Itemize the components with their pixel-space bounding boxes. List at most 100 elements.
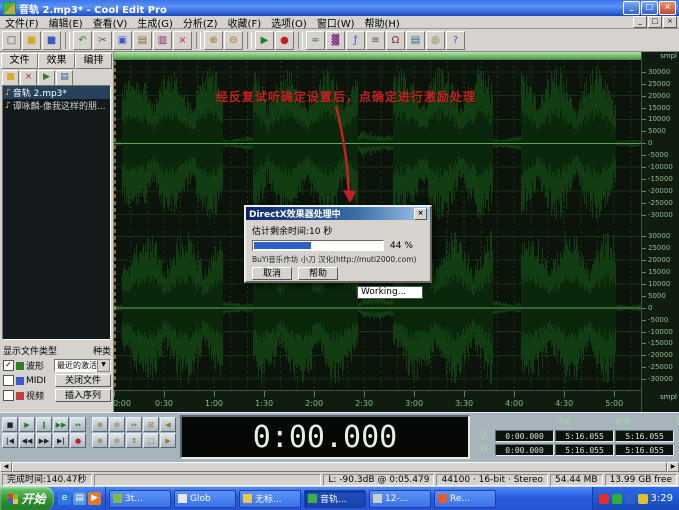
menu-item[interactable]: 编辑(E) (44, 15, 88, 30)
taskbar-task[interactable]: Glob (174, 490, 236, 508)
media-player-icon[interactable]: ▶ (88, 492, 101, 505)
menu-item[interactable]: 收藏(F) (223, 15, 267, 30)
loop-play-button[interactable]: ↔ (70, 417, 86, 432)
scroll-left-icon[interactable]: ◀ (0, 462, 12, 472)
file-item[interactable]: ♪谭咏麟-像我这样的朋... (3, 99, 110, 112)
new-file-icon[interactable]: □ (2, 31, 21, 50)
play-icon[interactable]: ▶ (255, 31, 274, 50)
dialog-titlebar[interactable]: DirectX效果器处理中 × (246, 207, 430, 220)
video-checkbox[interactable] (3, 390, 14, 401)
menu-item[interactable]: 选项(O) (266, 15, 312, 30)
copy-icon[interactable]: ▣ (113, 31, 132, 50)
equalizer-icon[interactable]: ≡ (366, 31, 385, 50)
multitrack-icon[interactable]: ▤ (406, 31, 425, 50)
timeline-tick-label: 1:30 (255, 399, 273, 408)
timeline-ruler[interactable]: 0:000:301:001:302:002:303:003:304:004:30… (114, 390, 641, 412)
record-icon[interactable]: ● (275, 31, 294, 50)
paste-icon[interactable]: ▤ (133, 31, 152, 50)
open-file-icon[interactable]: ■ (22, 31, 41, 50)
save-file-icon[interactable]: ■ (42, 31, 61, 50)
pause-button[interactable]: ∥ (36, 417, 52, 432)
menu-item[interactable]: 分析(Z) (178, 15, 223, 30)
zoom-full-button[interactable]: ↔ (126, 417, 142, 432)
child-minimize-button[interactable]: _ (633, 16, 647, 28)
scrollbar-thumb[interactable] (12, 462, 667, 472)
effects-icon[interactable]: ƒ (346, 31, 365, 50)
menu-item[interactable]: 文件(F) (0, 15, 44, 30)
spectral-view-icon[interactable]: ▓ (326, 31, 345, 50)
horizontal-scrollbar[interactable]: ◀ ▶ (0, 462, 679, 472)
cut-icon[interactable]: ✂ (93, 31, 112, 50)
child-restore-button[interactable]: □ (648, 16, 662, 28)
maximize-button[interactable]: □ (641, 1, 658, 15)
taskbar-task[interactable]: 音轨... (304, 490, 366, 508)
zoom-out-vertical-button[interactable]: ⊖ (109, 433, 125, 448)
zoom-left-button[interactable]: ◀ (160, 417, 176, 432)
panel-tab[interactable]: 文件 (1, 53, 38, 69)
file-item[interactable]: ♪音轨 2.mp3* (3, 86, 110, 99)
play-button[interactable]: ▶ (19, 417, 35, 432)
amplitude-tickmark (642, 131, 646, 132)
cd-burn-icon[interactable]: ◎ (426, 31, 445, 50)
cancel-button[interactable]: 取消 (252, 267, 292, 280)
stop-button[interactable]: ■ (2, 417, 18, 432)
help-icon[interactable]: ? (446, 31, 465, 50)
noise-reduction-icon[interactable]: Ω (386, 31, 405, 50)
zoom-in-icon[interactable]: ⊕ (204, 31, 223, 50)
file-list[interactable]: ♪音轨 2.mp3*♪谭咏麟-像我这样的朋... (2, 85, 111, 340)
waveform-checkbox[interactable]: ✓ (3, 360, 14, 371)
go-to-end-button[interactable]: ▶| (53, 433, 69, 448)
delete-icon[interactable]: × (173, 31, 192, 50)
rewind-button[interactable]: ◀◀ (19, 433, 35, 448)
dropdown-arrow-icon[interactable]: ▼ (97, 359, 110, 372)
waveform-view-icon[interactable]: ≈ (306, 31, 325, 50)
zoom-out-button[interactable]: ⊖ (109, 417, 125, 432)
taskbar-task[interactable]: 3t... (109, 490, 171, 508)
file-properties-icon[interactable]: ▤ (56, 70, 73, 86)
zoom-out-full-button[interactable]: □ (143, 433, 159, 448)
zoom-selection-button[interactable]: ⊡ (143, 417, 159, 432)
scroll-right-icon[interactable]: ▶ (667, 462, 679, 472)
taskbar-task[interactable]: 12-... (369, 490, 431, 508)
panel-tab[interactable]: 效果 (38, 53, 75, 69)
zoom-out-icon[interactable]: ⊖ (224, 31, 243, 50)
zoom-right-button[interactable]: ▶ (160, 433, 176, 448)
go-to-start-button[interactable]: |◀ (2, 433, 18, 448)
start-button[interactable]: 开始 (0, 487, 54, 510)
menu-item[interactable]: 查看(V) (88, 15, 133, 30)
play-file-icon[interactable]: ▶ (38, 70, 55, 86)
menu-item[interactable]: 窗口(W) (312, 15, 360, 30)
overview-bar[interactable] (114, 52, 641, 61)
amplitude-tickmark (642, 260, 646, 261)
mix-paste-icon[interactable]: ▥ (153, 31, 172, 50)
taskbar-task[interactable]: Re... (434, 490, 496, 508)
panel-tab[interactable]: 编排 (75, 53, 112, 69)
close-file-button[interactable]: 关闭文件 (55, 374, 111, 387)
zoom-in-button[interactable]: ⊕ (92, 417, 108, 432)
open-file-icon[interactable]: ■ (2, 70, 19, 86)
zoom-in-vertical-button[interactable]: ⊕ (92, 433, 108, 448)
menu-item[interactable]: 生成(G) (132, 15, 178, 30)
insert-sequence-button[interactable]: 插入序列 (55, 389, 111, 402)
undo-icon[interactable]: ↶ (73, 31, 92, 50)
close-button[interactable]: × (659, 1, 676, 15)
transport-controls: ■▶∥▶▶↔|◀◀◀▶▶▶|●⊕⊖↔⊡◀⊕⊖↕□▶ (2, 417, 176, 448)
system-tray: 3:29 (592, 487, 679, 510)
close-file-icon[interactable]: × (20, 70, 37, 86)
amplitude-ruler[interactable]: smpl smpl 300002500020000150001000050000… (641, 52, 679, 412)
help-button[interactable]: 帮助 (298, 267, 338, 280)
play-to-end-button[interactable]: ▶▶ (53, 417, 69, 432)
show-desktop-icon[interactable]: ▤ (73, 492, 86, 505)
fast-forward-button[interactable]: ▶▶ (36, 433, 52, 448)
child-close-button[interactable]: × (663, 16, 677, 28)
midi-checkbox[interactable] (3, 375, 14, 386)
menu-item[interactable]: 帮助(H) (360, 15, 405, 30)
taskbar-task[interactable]: 无标... (239, 490, 301, 508)
toolbar-separator (196, 32, 201, 49)
zoom-vertical-button[interactable]: ↕ (126, 433, 142, 448)
ie-icon[interactable]: e (58, 492, 71, 505)
sort-dropdown[interactable]: 最近的激活 ▼ (54, 359, 111, 372)
dialog-close-icon[interactable]: × (414, 208, 427, 220)
record-button[interactable]: ● (70, 433, 86, 448)
minimize-button[interactable]: _ (623, 1, 640, 15)
